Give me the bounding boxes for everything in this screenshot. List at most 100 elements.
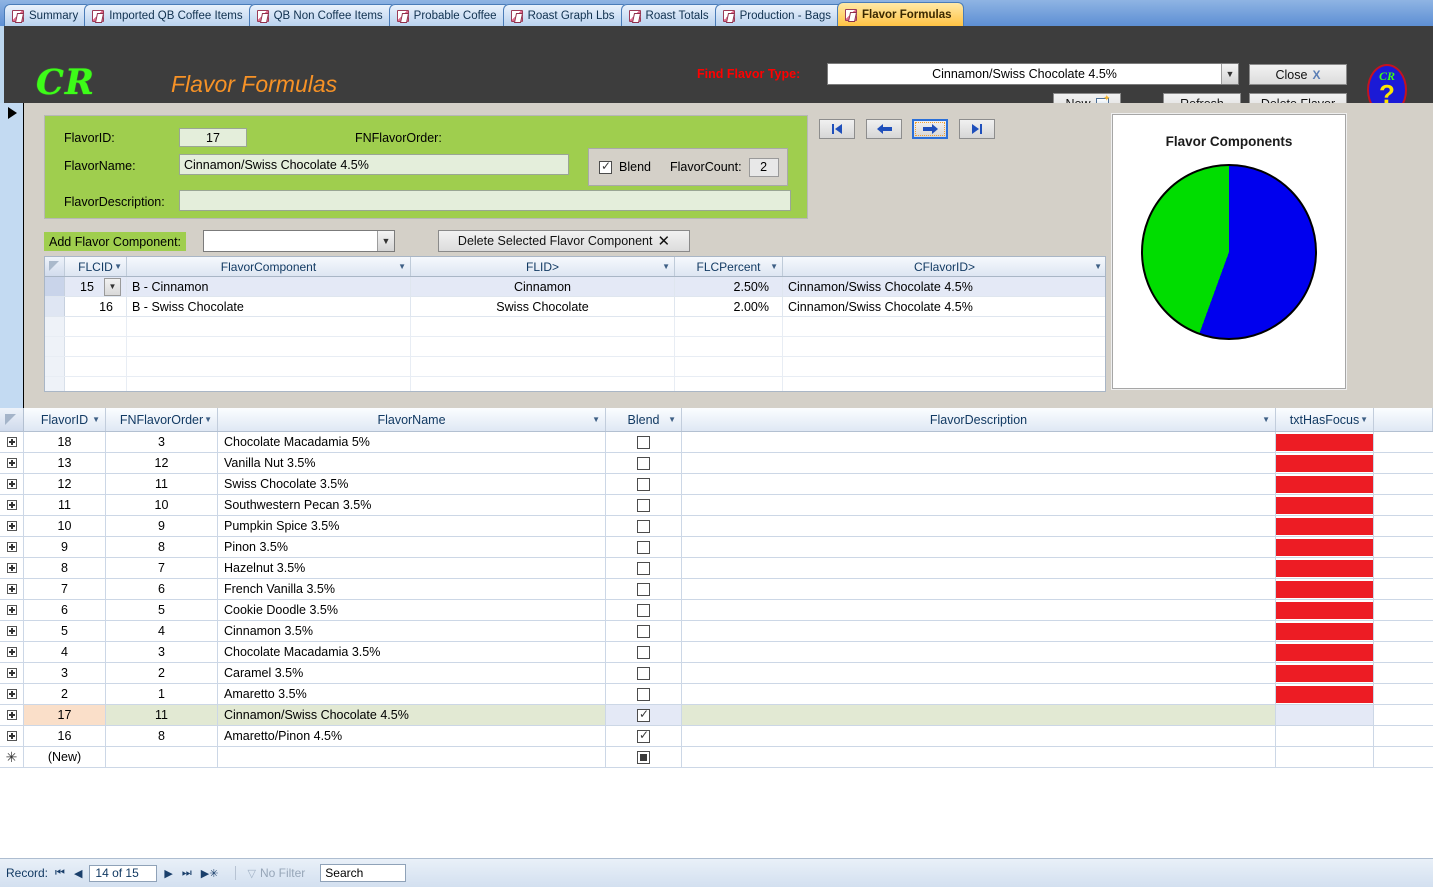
expand-subdatasheet-button[interactable] bbox=[0, 516, 24, 536]
cell-flavorid[interactable]: 7 bbox=[24, 579, 106, 599]
cell-txthasfocus[interactable] bbox=[1276, 453, 1374, 473]
nav-first-record-button[interactable] bbox=[819, 119, 855, 139]
cell-txthasfocus[interactable] bbox=[1276, 495, 1374, 515]
expand-subdatasheet-button[interactable] bbox=[0, 495, 24, 515]
cell-txthasfocus[interactable] bbox=[1276, 558, 1374, 578]
cell-flavorid[interactable]: 10 bbox=[24, 516, 106, 536]
cell-flavorname[interactable]: Swiss Chocolate 3.5% bbox=[218, 474, 606, 494]
table-row[interactable]: 9 8 Pinon 3.5% bbox=[0, 537, 1433, 558]
table-row[interactable]: 4 3 Chocolate Macadamia 3.5% bbox=[0, 642, 1433, 663]
tab-production-bags[interactable]: Production - Bags bbox=[714, 4, 845, 26]
blend-checkbox[interactable] bbox=[637, 540, 650, 554]
cell-flavordescription[interactable] bbox=[682, 705, 1276, 725]
expand-subdatasheet-button[interactable] bbox=[0, 600, 24, 620]
cell-txthasfocus[interactable] bbox=[1276, 621, 1374, 641]
cell-flavorid[interactable]: 9 bbox=[24, 537, 106, 557]
table-row[interactable]: 18 3 Chocolate Macadamia 5% bbox=[0, 432, 1433, 453]
cell-flid[interactable]: Swiss Chocolate bbox=[411, 297, 675, 316]
subform-col-header-flcid[interactable]: FLCID ▼ bbox=[65, 257, 127, 276]
flavordescription-field[interactable] bbox=[179, 190, 791, 211]
blend-checkbox[interactable] bbox=[637, 687, 650, 701]
chevron-down-icon[interactable]: ▼ bbox=[377, 231, 394, 251]
cell-flavorname[interactable]: Amaretto 3.5% bbox=[218, 684, 606, 704]
cell-flavorcomponent[interactable]: B - Cinnamon bbox=[127, 277, 411, 296]
cell-flavorname[interactable]: Caramel 3.5% bbox=[218, 663, 606, 683]
cell-flavordescription[interactable] bbox=[682, 453, 1276, 473]
cell-blend[interactable] bbox=[606, 684, 682, 704]
cell-flavorid[interactable]: 2 bbox=[24, 684, 106, 704]
new-record-button[interactable]: ▶✳ bbox=[199, 867, 221, 880]
record-selector-margin[interactable] bbox=[0, 103, 24, 408]
cell-flavorname[interactable]: French Vanilla 3.5% bbox=[218, 579, 606, 599]
cell-flcid[interactable]: 16 bbox=[65, 297, 127, 316]
expand-subdatasheet-button[interactable] bbox=[0, 432, 24, 452]
cell-blend[interactable] bbox=[606, 642, 682, 662]
cell-flavordescription[interactable] bbox=[682, 516, 1276, 536]
datasheet-col-header-flavorname[interactable]: FlavorName ▼ bbox=[218, 408, 606, 431]
cell-flavorname[interactable]: Amaretto/Pinon 4.5% bbox=[218, 726, 606, 746]
cell-fnflavororder[interactable]: 8 bbox=[106, 726, 218, 746]
cell-fnflavororder[interactable]: 6 bbox=[106, 579, 218, 599]
subform-row[interactable]: 15 ▼ B - Cinnamon Cinnamon 2.50% Cinnamon/Swi… bbox=[45, 277, 1105, 297]
cell-flid[interactable]: Cinnamon bbox=[411, 277, 675, 296]
cell-fnflavororder[interactable] bbox=[106, 747, 218, 767]
table-row[interactable]: 6 5 Cookie Doodle 3.5% bbox=[0, 600, 1433, 621]
cell-flavordescription[interactable] bbox=[682, 432, 1276, 452]
blend-checkbox[interactable] bbox=[637, 582, 650, 596]
cell-flavorid[interactable]: 17 bbox=[24, 705, 106, 725]
cell-flavorid[interactable]: 3 bbox=[24, 663, 106, 683]
table-row[interactable]: 2 1 Amaretto 3.5% bbox=[0, 684, 1433, 705]
expand-subdatasheet-button[interactable] bbox=[0, 705, 24, 725]
row-selector[interactable] bbox=[45, 277, 65, 296]
datasheet-col-header-fnflavororder[interactable]: FNFlavorOrder ▼ bbox=[106, 408, 218, 431]
blend-checkbox[interactable] bbox=[637, 707, 650, 722]
chevron-down-icon[interactable]: ▼ bbox=[1221, 64, 1238, 84]
nav-previous-record-button[interactable] bbox=[866, 119, 902, 139]
row-selector[interactable] bbox=[45, 297, 65, 316]
cell-txthasfocus[interactable] bbox=[1276, 705, 1374, 725]
cell-txthasfocus[interactable] bbox=[1276, 726, 1374, 746]
blend-checkbox[interactable] bbox=[637, 624, 650, 638]
cell-blend[interactable] bbox=[606, 579, 682, 599]
cell-flavorname[interactable]: Cinnamon 3.5% bbox=[218, 621, 606, 641]
cell-fnflavororder[interactable]: 10 bbox=[106, 495, 218, 515]
cell-cflavorid[interactable]: Cinnamon/Swiss Chocolate 4.5% bbox=[783, 297, 1105, 316]
cell-fnflavororder[interactable]: 1 bbox=[106, 684, 218, 704]
cell-flavorid[interactable]: 12 bbox=[24, 474, 106, 494]
cell-txthasfocus[interactable] bbox=[1276, 663, 1374, 683]
cell-blend[interactable] bbox=[606, 432, 682, 452]
close-button[interactable]: Close X bbox=[1249, 64, 1347, 85]
tab-roast-graph-lbs[interactable]: Roast Graph Lbs bbox=[502, 4, 628, 26]
expand-subdatasheet-button[interactable] bbox=[0, 537, 24, 557]
flavorid-field[interactable]: 17 bbox=[179, 128, 247, 147]
cell-flcpercent[interactable]: 2.00% bbox=[675, 297, 783, 316]
cell-flavordescription[interactable] bbox=[682, 621, 1276, 641]
cell-flavorcomponent[interactable]: B - Swiss Chocolate bbox=[127, 297, 411, 316]
cell-txthasfocus[interactable] bbox=[1276, 642, 1374, 662]
chevron-down-icon[interactable]: ▼ bbox=[114, 262, 122, 271]
table-row[interactable]: 16 8 Amaretto/Pinon 4.5% bbox=[0, 726, 1433, 747]
cell-blend[interactable] bbox=[606, 495, 682, 515]
cell-fnflavororder[interactable]: 12 bbox=[106, 453, 218, 473]
cell-flavorid[interactable]: 13 bbox=[24, 453, 106, 473]
chevron-down-icon[interactable]: ▼ bbox=[1094, 262, 1102, 271]
table-row[interactable]: 12 11 Swiss Chocolate 3.5% bbox=[0, 474, 1433, 495]
first-record-button[interactable]: ⏮ bbox=[53, 867, 67, 880]
chevron-down-icon[interactable]: ▼ bbox=[1262, 415, 1270, 424]
blend-checkbox[interactable] bbox=[637, 561, 650, 575]
blend-checkbox[interactable] bbox=[637, 435, 650, 449]
cell-fnflavororder[interactable]: 2 bbox=[106, 663, 218, 683]
cell-txthasfocus[interactable] bbox=[1276, 579, 1374, 599]
subform-col-header-cflavorid[interactable]: CFlavorID> ▼ bbox=[783, 257, 1105, 276]
cell-fnflavororder[interactable]: 5 bbox=[106, 600, 218, 620]
cell-flavorid[interactable]: 6 bbox=[24, 600, 106, 620]
datasheet-new-row[interactable]: ✳ (New) bbox=[0, 747, 1433, 768]
cell-flavorid[interactable]: 16 bbox=[24, 726, 106, 746]
cell-flavordescription[interactable] bbox=[682, 474, 1276, 494]
tab-flavor-formulas[interactable]: Flavor Formulas bbox=[837, 2, 965, 26]
table-row[interactable]: 11 10 Southwestern Pecan 3.5% bbox=[0, 495, 1433, 516]
cell-fnflavororder[interactable]: 11 bbox=[106, 705, 218, 725]
cell-flavordescription[interactable] bbox=[682, 663, 1276, 683]
expand-subdatasheet-button[interactable] bbox=[0, 684, 24, 704]
expand-subdatasheet-button[interactable] bbox=[0, 579, 24, 599]
